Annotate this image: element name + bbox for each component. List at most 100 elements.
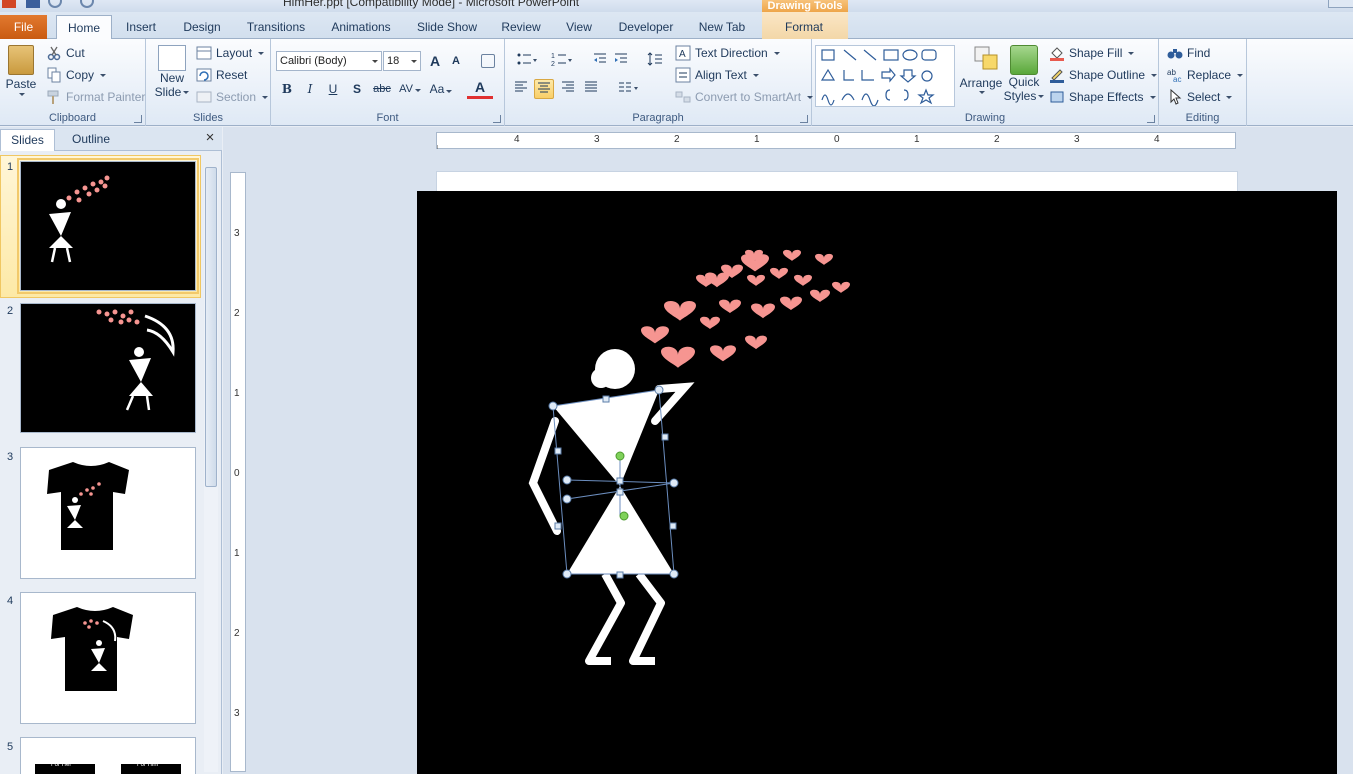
strikethrough-button[interactable]: abc xyxy=(370,79,394,99)
drawing-tools-context-label: Drawing Tools xyxy=(762,0,848,12)
slides-panel-scrollbar[interactable] xyxy=(204,167,218,772)
save-icon[interactable] xyxy=(26,0,40,8)
numbering-button[interactable]: 12 xyxy=(547,51,577,71)
align-text-button[interactable]: Align Text xyxy=(675,67,759,83)
tab-transitions[interactable]: Transitions xyxy=(241,15,311,39)
resize-handle-mr[interactable] xyxy=(669,478,679,488)
resize-handle-tl[interactable] xyxy=(548,401,558,411)
clear-formatting-button[interactable] xyxy=(478,51,498,71)
line-spacing-button[interactable] xyxy=(645,51,671,71)
tab-developer[interactable]: Developer xyxy=(612,15,680,39)
quick-styles-button[interactable]: Quick Styles xyxy=(1004,45,1045,103)
tab-insert[interactable]: Insert xyxy=(118,15,164,39)
customize-quick-access-icon[interactable] xyxy=(104,0,112,8)
font-dialog-launcher[interactable] xyxy=(493,115,501,123)
font-family-select[interactable]: Calibri (Body) xyxy=(276,51,382,71)
undo-icon[interactable] xyxy=(48,0,62,8)
grow-font-button[interactable]: A xyxy=(425,51,445,71)
font-color-button[interactable]: A xyxy=(467,79,493,99)
resize-handle-tr[interactable] xyxy=(654,385,664,395)
clipboard-dialog-launcher[interactable] xyxy=(134,115,142,123)
section-button[interactable]: Section xyxy=(196,89,269,105)
slide-thumbnail-1[interactable] xyxy=(17,158,199,294)
resize-handle-ml[interactable] xyxy=(562,475,572,485)
paste-button[interactable]: Paste xyxy=(4,45,38,96)
tab-view[interactable]: View xyxy=(558,15,600,39)
tab-slides[interactable]: Slides xyxy=(0,129,55,151)
slide-thumbnail-5[interactable]: For Her For Him xyxy=(20,737,196,774)
drawing-group-label: Drawing xyxy=(964,112,1006,124)
justify-button[interactable] xyxy=(581,79,601,99)
resize-handle-left[interactable] xyxy=(554,447,562,455)
character-spacing-button[interactable]: AV xyxy=(397,79,423,99)
resize-handle-bottom[interactable] xyxy=(616,571,624,579)
tab-review[interactable]: Review xyxy=(496,15,546,39)
decrease-indent-button[interactable] xyxy=(590,51,610,71)
shrink-font-button[interactable]: A xyxy=(446,51,466,71)
copy-button[interactable]: Copy xyxy=(46,67,107,83)
redo-icon[interactable] xyxy=(80,0,94,8)
slide-thumbnail-4[interactable] xyxy=(20,592,196,724)
rotate-handle-2[interactable] xyxy=(619,511,629,521)
resize-handle-top[interactable] xyxy=(602,395,610,403)
layout-button[interactable]: Layout xyxy=(196,45,265,61)
resize-handle-center[interactable] xyxy=(616,477,624,485)
shape-fill-button[interactable]: Shape Fill xyxy=(1049,45,1135,61)
resize-handle-left-lower[interactable] xyxy=(554,522,562,530)
resize-handle-right-lower[interactable] xyxy=(669,522,677,530)
resize-handle-bl[interactable] xyxy=(562,569,572,579)
columns-button[interactable] xyxy=(615,79,641,99)
resize-handle-ml2[interactable] xyxy=(562,494,572,504)
tab-outline[interactable]: Outline xyxy=(60,129,122,151)
replace-button[interactable]: ab ac Replace xyxy=(1167,67,1244,84)
new-slide-button[interactable]: New Slide xyxy=(154,45,190,99)
rotate-handle[interactable] xyxy=(615,451,625,461)
increase-indent-button[interactable] xyxy=(611,51,631,71)
cut-button[interactable]: Cut xyxy=(46,45,85,61)
convert-to-smartart-button[interactable]: Convert to SmartArt xyxy=(675,89,814,105)
tab-home[interactable]: Home xyxy=(56,15,112,40)
align-right-icon xyxy=(562,81,574,92)
align-left-button[interactable] xyxy=(511,79,531,99)
resize-handle-right[interactable] xyxy=(661,433,669,441)
find-button[interactable]: Find xyxy=(1167,45,1210,61)
figure-right-leg xyxy=(629,571,665,665)
paragraph-dialog-launcher[interactable] xyxy=(800,115,808,123)
drawing-dialog-launcher[interactable] xyxy=(1147,115,1155,123)
align-center-button[interactable] xyxy=(534,79,554,99)
slides-panel-scrollbar-thumb[interactable] xyxy=(205,167,217,487)
underline-label: U xyxy=(328,82,338,96)
shape-effects-button[interactable]: Shape Effects xyxy=(1049,89,1156,105)
shape-outline-button[interactable]: Shape Outline xyxy=(1049,67,1158,83)
reset-button[interactable]: Reset xyxy=(196,67,247,83)
underline-button[interactable]: U xyxy=(323,79,343,99)
tab-file[interactable]: File xyxy=(0,15,47,39)
powerpoint-logo-icon[interactable] xyxy=(2,0,16,8)
tab-new-tab[interactable]: New Tab xyxy=(692,15,752,39)
text-direction-button[interactable]: A Text Direction xyxy=(675,45,780,61)
font-size-select[interactable]: 18 xyxy=(383,51,421,71)
bullets-button[interactable] xyxy=(512,51,542,71)
resize-handle-br[interactable] xyxy=(669,569,679,579)
slide-thumbnail-3[interactable] xyxy=(20,447,196,579)
shapes-gallery[interactable] xyxy=(815,45,955,107)
tab-format[interactable]: Format xyxy=(772,15,836,39)
bold-button[interactable]: B xyxy=(277,79,297,99)
slide-thumbnail-2[interactable] xyxy=(20,303,196,433)
arrange-button[interactable]: Arrange xyxy=(959,45,1003,94)
close-panel-icon[interactable]: × xyxy=(203,130,217,145)
resize-handle-center-2[interactable] xyxy=(616,488,624,496)
tab-animations[interactable]: Animations xyxy=(326,15,396,39)
select-button[interactable]: Select xyxy=(1167,88,1233,105)
tab-slide-show[interactable]: Slide Show xyxy=(412,15,482,39)
minimize-button[interactable] xyxy=(1328,0,1353,8)
font-family-dropdown-icon[interactable] xyxy=(369,52,381,70)
slide-canvas[interactable] xyxy=(417,191,1337,774)
italic-button[interactable]: I xyxy=(300,79,320,99)
text-shadow-button[interactable]: S xyxy=(347,79,367,99)
font-size-dropdown-icon[interactable] xyxy=(408,52,420,70)
change-case-button[interactable]: Aa xyxy=(428,79,454,99)
format-painter-button[interactable]: Format Painter xyxy=(46,89,145,105)
tab-design[interactable]: Design xyxy=(177,15,227,39)
align-right-button[interactable] xyxy=(558,79,578,99)
